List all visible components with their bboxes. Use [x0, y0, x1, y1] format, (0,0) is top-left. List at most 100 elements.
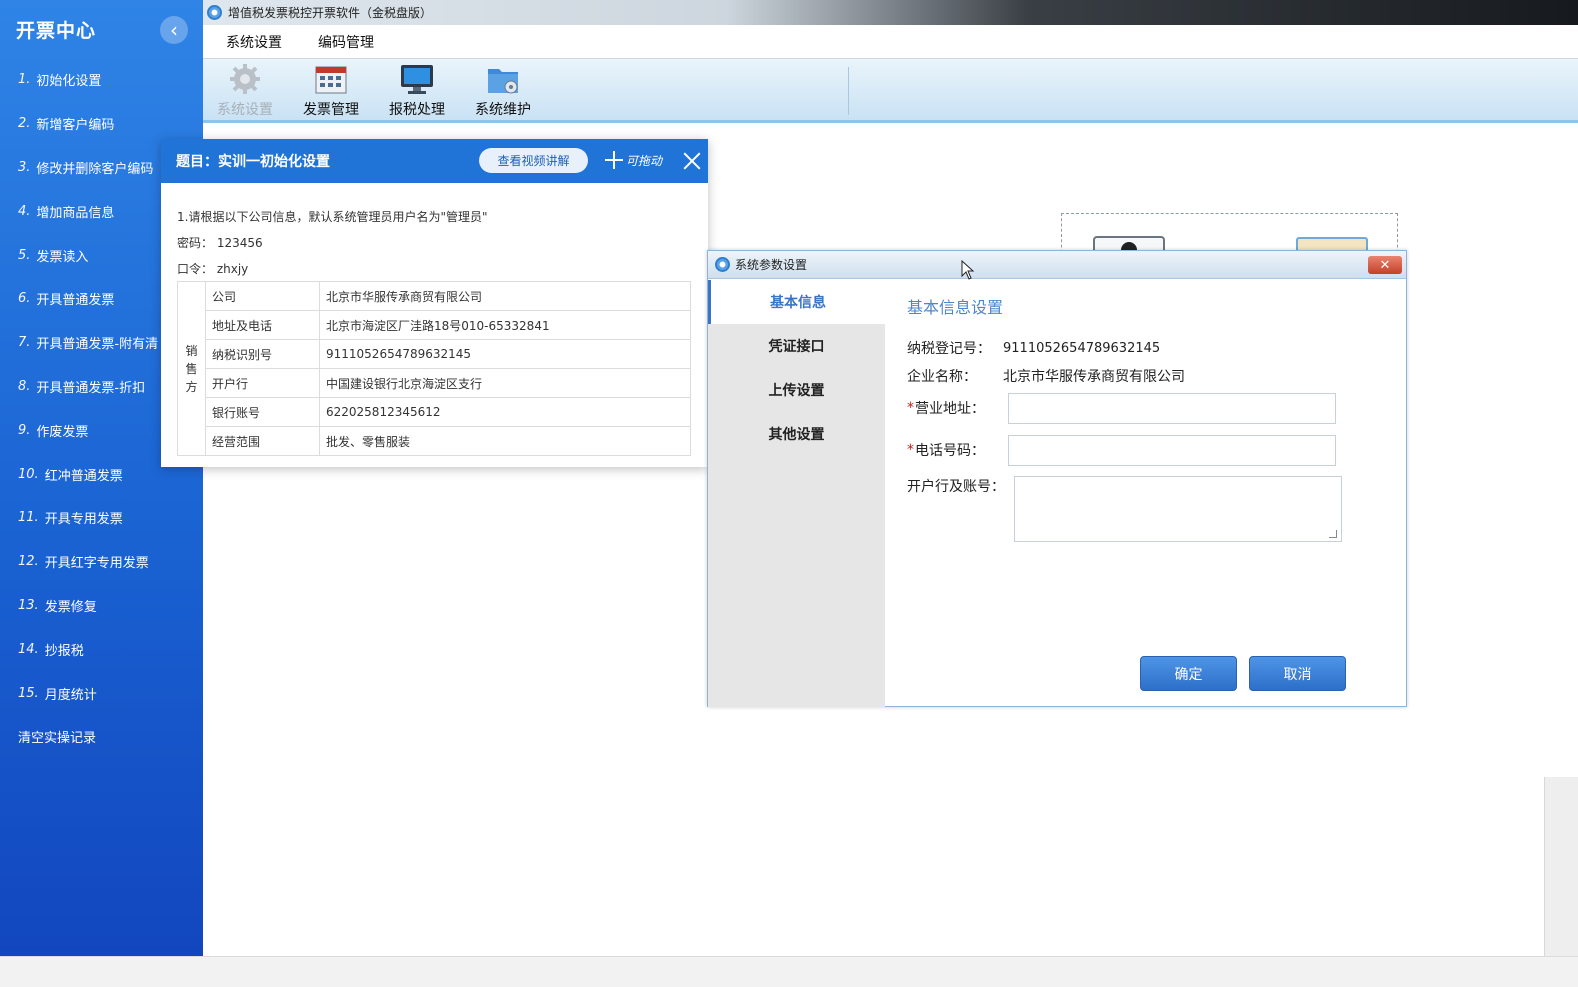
- row-value: 9111052654789632145: [319, 339, 691, 369]
- business-address-input[interactable]: [1008, 393, 1336, 424]
- bank-account-textarea[interactable]: [1014, 476, 1342, 542]
- row-value: 北京市华服传承商贸有限公司: [319, 281, 691, 311]
- item-label: 开具普通发票-折扣: [36, 380, 146, 396]
- task-title: 题目：实训一初始化设置: [176, 154, 330, 170]
- dialog-nav: 基本信息 凭证接口 上传设置 其他设置: [708, 280, 885, 707]
- item-number: 4.: [18, 203, 31, 219]
- nav-basic-info[interactable]: 基本信息: [708, 280, 885, 324]
- item-label: 开具专用发票: [44, 512, 123, 528]
- row-value: 北京市海淀区厂洼路18号010-65332841: [319, 310, 691, 340]
- phone-label: 电话号码：: [915, 443, 985, 459]
- move-icon: [605, 151, 623, 169]
- item-label: 增加商品信息: [36, 205, 115, 221]
- sidebar-item-init[interactable]: 1. 初始化设置: [0, 58, 203, 102]
- row-value: 622025812345612: [319, 397, 691, 427]
- item-label: 抄报税: [44, 643, 84, 659]
- row-value: 中国建设银行北京海淀区支行: [319, 368, 691, 398]
- tool-invoice-management[interactable]: 发票管理: [291, 63, 371, 119]
- item-number: 11.: [18, 510, 39, 526]
- row-key: 公司: [205, 281, 320, 311]
- company-info-table: 销售方 公司 北京市华服传承商贸有限公司 地址及电话 北京市海淀区厂洼路18号0…: [177, 281, 691, 456]
- chevron-left-icon: ‹: [170, 18, 178, 42]
- table-row: 纳税识别号 9111052654789632145: [178, 339, 691, 369]
- collapse-sidebar-button[interactable]: ‹: [160, 16, 188, 44]
- row-key: 地址及电话: [205, 310, 320, 340]
- toolbar: 系统设置 发票管理 报税处理 系统维护: [203, 59, 1578, 123]
- item-number: 3.: [18, 159, 31, 175]
- task-instruction: 1.请根据以下公司信息，默认系统管理员用户名为"管理员": [177, 209, 488, 224]
- dialog-titlebar[interactable]: 系统参数设置 ✕: [708, 251, 1406, 279]
- item-label: 初始化设置: [36, 74, 102, 90]
- bank-row: 开户行及账号：: [907, 476, 1005, 496]
- required-mark: *: [907, 400, 914, 416]
- item-number: 8.: [18, 378, 31, 394]
- invoice-grid-icon: [315, 66, 347, 94]
- row-key: 纳税识别号: [205, 339, 320, 369]
- tax-id-label: 纳税登记号：: [907, 341, 991, 357]
- sidebar-item-tax-report[interactable]: 14. 抄报税: [0, 627, 203, 671]
- item-number: 2.: [18, 116, 31, 132]
- table-row: 经营范围 批发、零售服装: [178, 426, 691, 456]
- phone-number-input[interactable]: [1008, 435, 1336, 466]
- tool-label: 系统设置: [217, 102, 273, 118]
- task-card: 题目：实训一初始化设置 查看视频讲解 可拖动 1.请根据以下公司信息，默认系统管…: [161, 139, 708, 467]
- close-icon[interactable]: [681, 150, 703, 172]
- task-password: 密码： 123456: [177, 235, 263, 250]
- item-number: 14.: [18, 641, 39, 657]
- item-number: 5.: [18, 247, 31, 263]
- item-label: 新增客户编码: [36, 118, 115, 134]
- nav-voucher-interface[interactable]: 凭证接口: [708, 324, 885, 368]
- drag-handle[interactable]: 可拖动: [605, 151, 662, 169]
- nav-other-settings[interactable]: 其他设置: [708, 412, 885, 456]
- mouse-cursor-icon: [961, 260, 975, 280]
- view-video-button[interactable]: 查看视频讲解: [479, 148, 588, 173]
- item-number: 6.: [18, 291, 31, 307]
- menu-code-management[interactable]: 编码管理: [318, 32, 374, 52]
- tool-label: 发票管理: [303, 102, 359, 118]
- item-number: 12.: [18, 554, 39, 570]
- row-value: 批发、零售服装: [319, 426, 691, 456]
- table-row: 银行账号 622025812345612: [178, 397, 691, 427]
- menu-system-settings[interactable]: 系统设置: [226, 32, 282, 52]
- item-number: 7.: [18, 335, 31, 351]
- system-params-dialog: 系统参数设置 ✕ 基本信息 凭证接口 上传设置 其他设置 基本信息设置 纳税登记…: [707, 250, 1407, 707]
- table-row: 地址及电话 北京市海淀区厂洼路18号010-65332841: [178, 310, 691, 340]
- nav-upload-settings[interactable]: 上传设置: [708, 368, 885, 412]
- company-row: 企业名称： 北京市华服传承商贸有限公司: [907, 366, 1185, 386]
- item-number: 1.: [18, 72, 31, 88]
- tool-system-settings[interactable]: 系统设置: [205, 63, 285, 119]
- task-card-header[interactable]: 题目：实训一初始化设置 查看视频讲解 可拖动: [161, 139, 708, 183]
- resize-grip-icon[interactable]: [1329, 530, 1337, 538]
- item-label: 开具红字专用发票: [44, 556, 149, 572]
- item-label: 修改并删除客户编码: [36, 161, 154, 177]
- sidebar-item-red-special-invoice[interactable]: 12. 开具红字专用发票: [0, 540, 203, 584]
- drag-label: 可拖动: [626, 153, 663, 168]
- item-number: 10.: [18, 466, 39, 482]
- status-strip: [0, 956, 1578, 987]
- company-value: 北京市华服传承商贸有限公司: [1003, 369, 1185, 385]
- task-body: 1.请根据以下公司信息，默认系统管理员用户名为"管理员" 密码： 123456 …: [161, 183, 708, 456]
- app-logo-icon: [207, 5, 222, 20]
- item-label: 发票修复: [44, 599, 97, 615]
- table-row: 销售方 公司 北京市华服传承商贸有限公司: [177, 281, 691, 456]
- row-key: 开户行: [205, 368, 320, 398]
- tool-tax-processing[interactable]: 报税处理: [377, 63, 457, 119]
- seller-label-text: 销售方: [185, 343, 198, 394]
- clear-records-button[interactable]: 清空实操记录: [0, 715, 203, 759]
- sidebar-item-repair-invoice[interactable]: 13. 发票修复: [0, 584, 203, 628]
- sidebar-item-special-invoice[interactable]: 11. 开具专用发票: [0, 496, 203, 540]
- dialog-logo-icon: [715, 257, 730, 272]
- section-title: 基本信息设置: [907, 298, 1004, 317]
- dialog-close-button[interactable]: ✕: [1368, 256, 1402, 274]
- screen: 开票中心 ‹ 1. 初始化设置 2. 新增客户编码 3. 修改并删除客户编码 4. 增加…: [0, 0, 1578, 987]
- ok-button[interactable]: 确定: [1140, 656, 1237, 691]
- toolbar-separator: [848, 67, 849, 115]
- scrollbar[interactable]: [1544, 777, 1578, 977]
- cancel-button[interactable]: 取消: [1249, 656, 1346, 691]
- row-key: 经营范围: [205, 426, 320, 456]
- tool-system-maintenance[interactable]: 系统维护: [463, 63, 543, 119]
- item-label: 作废发票: [36, 424, 89, 440]
- sidebar-item-monthly-stats[interactable]: 15. 月度统计: [0, 671, 203, 715]
- seller-label: 销售方: [177, 281, 206, 456]
- item-number: 15.: [18, 685, 39, 701]
